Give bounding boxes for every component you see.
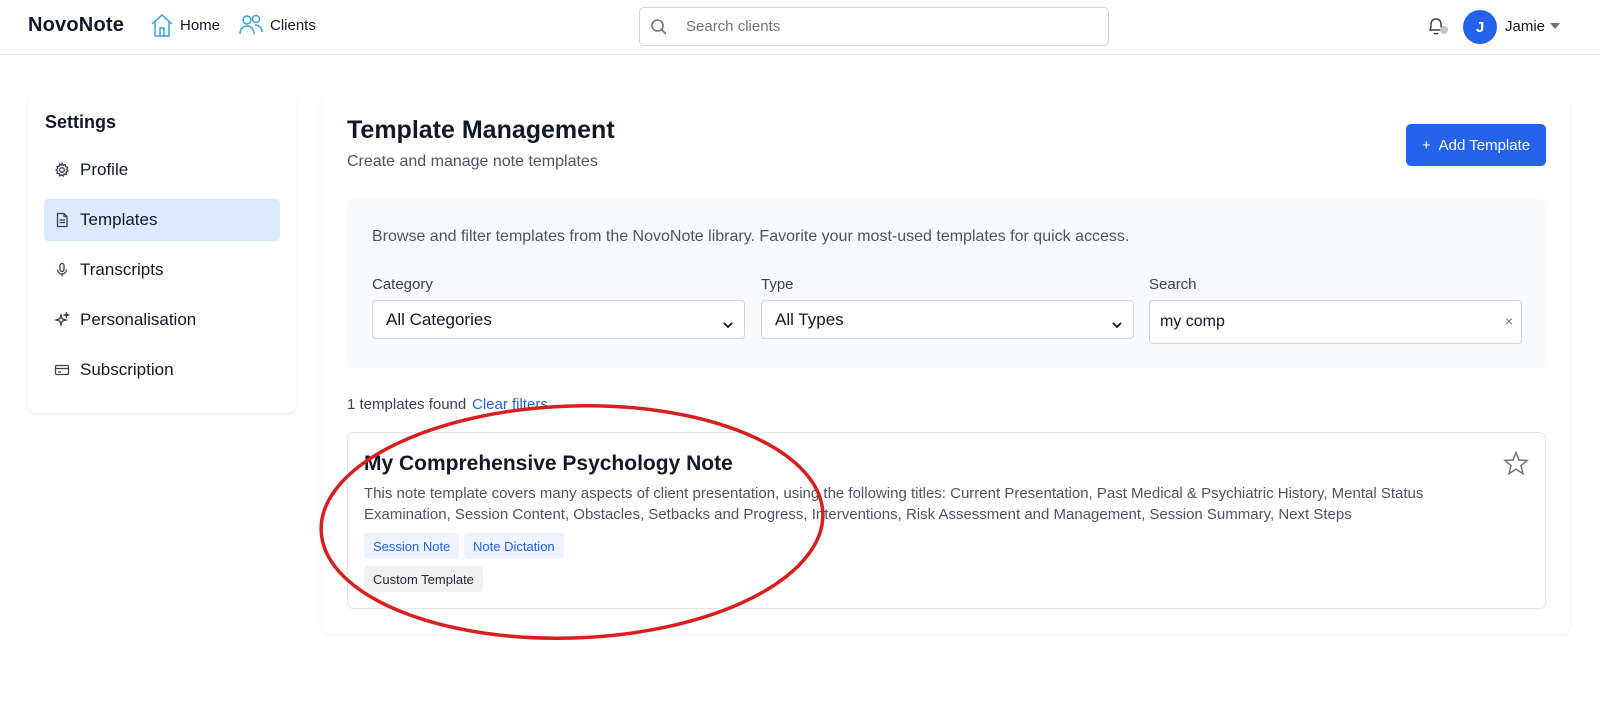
clear-search-icon[interactable]: × — [1505, 313, 1513, 329]
page-title: Template Management — [347, 116, 615, 144]
settings-sidebar: Settings Profile Templates Transcripts P… — [28, 94, 296, 413]
filter-description: Browse and filter templates from the Nov… — [372, 228, 1130, 245]
notification-dot — [1440, 26, 1448, 34]
custom-template-badge: Custom Template — [364, 566, 483, 592]
nav-clients-label: Clients — [270, 16, 316, 34]
template-description: This note template covers many aspects o… — [364, 485, 1424, 523]
type-select-value: All Types — [775, 309, 844, 329]
category-label: Category — [372, 276, 433, 293]
tag-note-dictation: Note Dictation — [464, 533, 564, 559]
sidebar-title: Settings — [45, 112, 117, 132]
type-label: Type — [761, 276, 794, 293]
user-name[interactable]: Jamie — [1505, 18, 1545, 35]
nav-home-link[interactable]: Home — [150, 12, 220, 38]
nav-clients-link[interactable]: Clients — [238, 12, 316, 38]
sidebar-item-label: Profile — [80, 160, 129, 179]
template-search-input[interactable] — [1160, 301, 1490, 343]
sidebar-item-transcripts[interactable]: Transcripts — [44, 249, 280, 291]
add-template-label: Add Template — [1438, 136, 1531, 154]
gear-icon — [54, 162, 70, 178]
sidebar-item-subscription[interactable]: Subscription — [44, 349, 280, 391]
sparkles-icon — [54, 312, 70, 328]
type-select[interactable]: All Types — [761, 300, 1134, 339]
sidebar-item-label: Subscription — [80, 360, 174, 379]
microphone-icon — [54, 262, 70, 278]
chevron-down-icon — [1111, 315, 1123, 335]
category-select-value: All Categories — [386, 309, 492, 329]
category-select[interactable]: All Categories — [372, 300, 745, 339]
client-search-input[interactable] — [686, 8, 1096, 45]
chevron-down-icon — [722, 315, 734, 335]
client-search-box — [639, 7, 1109, 46]
star-icon[interactable] — [1503, 450, 1529, 481]
plus-icon: + — [1421, 136, 1431, 154]
sidebar-item-personalisation[interactable]: Personalisation — [44, 299, 280, 341]
sidebar-item-profile[interactable]: Profile — [44, 149, 280, 191]
sidebar-item-label: Templates — [80, 210, 158, 229]
sidebar-item-label: Transcripts — [80, 260, 164, 279]
caret-down-icon[interactable] — [1550, 23, 1560, 29]
sidebar-item-label: Personalisation — [80, 310, 197, 329]
credit-card-icon — [54, 362, 70, 378]
brand-logo[interactable]: NovoNote — [28, 14, 124, 37]
search-label: Search — [1149, 276, 1197, 293]
nav-home-label: Home — [180, 16, 221, 34]
template-search-box: × — [1149, 300, 1522, 344]
search-icon — [650, 18, 668, 41]
page-subtitle: Create and manage note templates — [347, 153, 598, 170]
add-template-button[interactable]: + Add Template — [1406, 124, 1546, 166]
clear-filters-link[interactable]: Clear filters — [472, 396, 548, 413]
results-count: 1 templates found — [347, 396, 467, 413]
home-icon — [150, 12, 174, 38]
document-icon — [54, 212, 70, 228]
users-icon — [238, 12, 264, 38]
avatar[interactable]: J — [1463, 10, 1497, 44]
template-title[interactable]: My Comprehensive Psychology Note — [364, 452, 733, 476]
top-navbar: NovoNote Home Clients J Jamie — [0, 0, 1600, 55]
tag-session-note: Session Note — [364, 533, 460, 559]
sidebar-item-templates[interactable]: Templates — [44, 199, 280, 241]
